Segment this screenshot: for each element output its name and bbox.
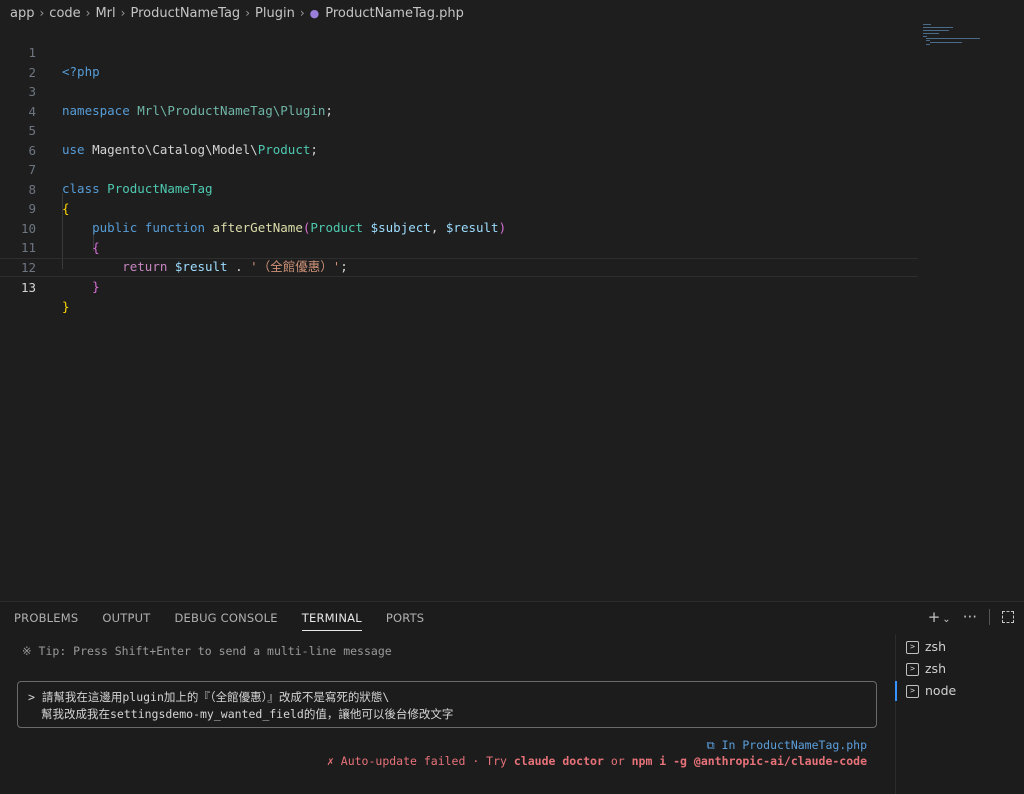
chevron-right-icon: › [85, 6, 91, 20]
code-line[interactable]: 12 } [0, 239, 918, 294]
code-line[interactable]: 4 [0, 83, 918, 119]
terminal-item-node[interactable]: > node [894, 681, 957, 701]
tab-debug-console[interactable]: DEBUG CONSOLE [174, 602, 277, 634]
tab-ports[interactable]: PORTS [386, 602, 424, 634]
prompt-line-2: 幫我改成我在settingsdemo-my_wanted_field的值，讓他可… [41, 707, 454, 721]
prompt-input[interactable]: > 請幫我在這邊用plugin加上的『（全館優惠）』改成不是寫死的狀態\ 幫我改… [17, 681, 877, 728]
code-line[interactable]: 8 { [0, 161, 918, 216]
error-command-npm: npm i -g @anthropic-ai/claude-code [631, 754, 867, 768]
terminal-item-zsh[interactable]: > zsh [906, 637, 946, 657]
bottom-panel: PROBLEMS OUTPUT DEBUG CONSOLE TERMINAL P… [0, 601, 1024, 794]
minimap[interactable] [923, 24, 993, 52]
error-prefix: ✗ Auto-update failed · Try [326, 754, 514, 768]
brace: } [62, 299, 70, 314]
auto-update-error: ✗ Auto-update failed · Try claude doctor… [327, 754, 867, 768]
chevron-right-icon: › [39, 6, 45, 20]
chevron-down-icon[interactable]: ⌄ [942, 614, 950, 625]
prompt-line-1: > 請幫我在這邊用plugin加上的『（全館優惠）』改成不是寫死的狀態\ [28, 690, 390, 704]
code-line[interactable]: 7 class ProductNameTag [0, 141, 918, 196]
current-code-line[interactable]: 13 } [0, 258, 918, 314]
code-line[interactable]: 11 return $result . '（全館優惠）'; [0, 219, 918, 274]
terminal-icon: > [906, 662, 919, 676]
terminal-icon: > [906, 684, 919, 698]
breadcrumb-file[interactable]: ProductNameTag.php [325, 6, 464, 21]
terminal-item-zsh[interactable]: > zsh [906, 659, 946, 679]
chevron-right-icon: › [120, 6, 126, 20]
code-line[interactable]: 2 [0, 44, 918, 80]
line-number: 13 [20, 280, 36, 295]
tab-problems[interactable]: PROBLEMS [14, 602, 78, 634]
terminal-icon: > [906, 640, 919, 654]
breadcrumb-item-app[interactable]: app [10, 6, 34, 21]
tab-terminal[interactable]: TERMINAL [301, 602, 362, 634]
breadcrumb-item-productnametag[interactable]: ProductNameTag [130, 6, 240, 21]
tip-text: ※ Tip: Press Shift+Enter to send a multi… [22, 644, 392, 658]
php-elephant-icon: ● [309, 6, 320, 20]
breadcrumb-item-code[interactable]: code [49, 6, 80, 21]
breadcrumb-item-plugin[interactable]: Plugin [255, 6, 295, 21]
file-context-status: ⧉ In ProductNameTag.php [706, 738, 867, 752]
panel-tabs: PROBLEMS OUTPUT DEBUG CONSOLE TERMINAL P… [0, 602, 434, 634]
more-actions-icon[interactable]: ··· [963, 608, 977, 626]
terminal-output[interactable]: ※ Tip: Press Shift+Enter to send a multi… [0, 634, 893, 794]
code-line[interactable]: 1 <?php [0, 24, 918, 79]
terminal-item-label: zsh [925, 661, 946, 676]
code-line[interactable]: 5 use Magento\Catalog\Model\Product; [0, 102, 918, 157]
error-command-doctor: claude doctor [513, 754, 604, 768]
code-line[interactable]: 10 { [0, 200, 918, 255]
breadcrumb: app › code › Mrl › ProductNameTag › Plug… [0, 0, 1024, 26]
code-line[interactable]: 9 public function afterGetName(Product $… [0, 180, 918, 235]
brace: } [92, 278, 100, 294]
terminal-list: > zsh > zsh > node [894, 634, 1024, 794]
terminal-item-label: node [925, 683, 957, 698]
terminal-item-label: zsh [925, 639, 946, 654]
code-editor[interactable]: 1 <?php 2 3 namespace Mrl\ProductNameTag… [0, 24, 920, 601]
code-line[interactable]: 3 namespace Mrl\ProductNameTag\Plugin; [0, 63, 918, 118]
chevron-right-icon: › [299, 6, 305, 20]
code-line[interactable]: 6 [0, 122, 918, 158]
maximize-panel-icon[interactable] [1002, 611, 1014, 623]
chevron-right-icon: › [245, 6, 251, 20]
error-mid: or [603, 754, 632, 768]
tab-output[interactable]: OUTPUT [102, 602, 150, 634]
panel-actions: + ⌄ ··· [928, 608, 1014, 626]
divider [989, 609, 990, 625]
add-terminal-icon[interactable]: + ⌄ [928, 608, 951, 626]
breadcrumb-item-mrl[interactable]: Mrl [95, 6, 115, 21]
